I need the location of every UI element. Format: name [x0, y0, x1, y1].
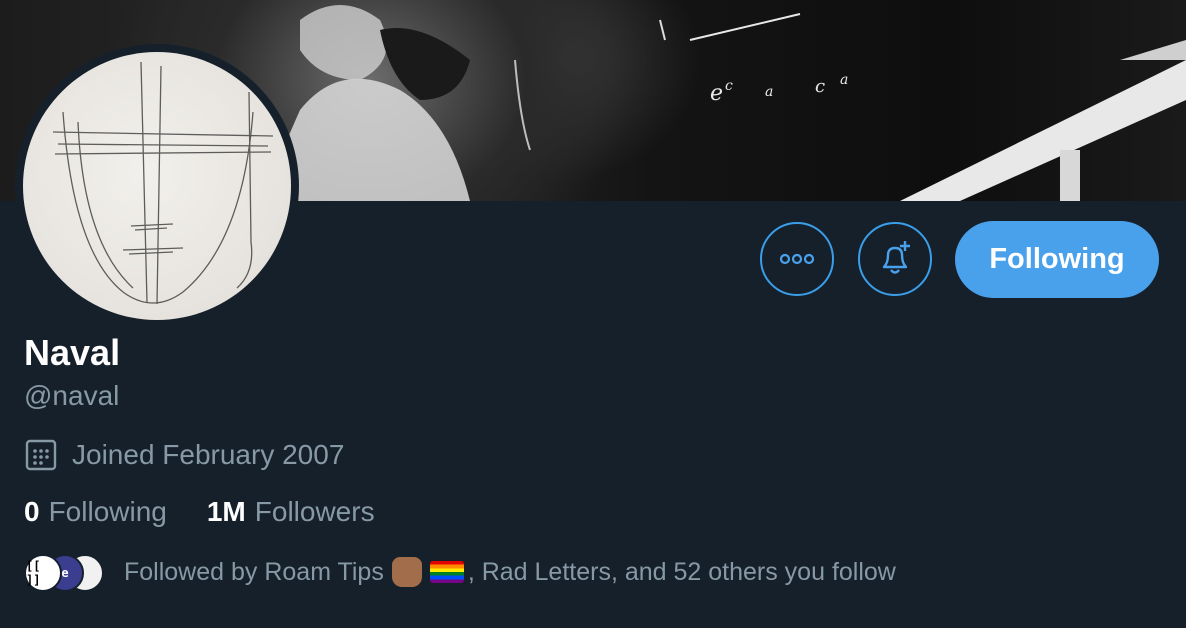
calendar-icon [25, 439, 57, 471]
rainbow-flag-emoji-icon [429, 561, 464, 583]
following-stat-link[interactable]: 0 Following [24, 496, 167, 528]
notifications-button[interactable] [858, 222, 932, 296]
face-sketch [52, 61, 274, 305]
svg-text:a: a [765, 84, 773, 100]
profile-page: e c a c a Following Naval @naval Joined … [0, 0, 1186, 628]
followers-label: Followers [254, 496, 375, 527]
more-options-button[interactable] [760, 222, 834, 296]
following-label: Following [48, 496, 167, 527]
svg-text:a: a [840, 72, 848, 88]
profile-stats: 0 Following 1M Followers [24, 496, 375, 528]
more-horizontal-icon [779, 253, 815, 265]
display-name: Naval [24, 332, 121, 373]
followers-stat-link[interactable]: 1M Followers [207, 496, 375, 528]
followed-by-text: Followed by Roam Tips , Rad Letters, and… [124, 557, 896, 587]
mutual-avatar: [[ ]] [24, 554, 62, 592]
followed-by-suffix: , Rad Letters, and 52 others you follow [467, 557, 896, 586]
followed-by-link[interactable]: [[ ]] e Followed by Roam Tips , Rad Lett… [24, 552, 896, 592]
profile-handle: @naval [24, 380, 120, 411]
bell-plus-icon [882, 241, 910, 274]
followed-by-prefix: Followed by Roam Tips [124, 557, 384, 586]
svg-text:c: c [815, 76, 825, 97]
joined-date: Joined February 2007 [24, 438, 344, 472]
avatar-image [23, 52, 291, 320]
mutual-followers-avatars: [[ ]] e [24, 552, 104, 592]
followers-count: 1M [206, 496, 246, 527]
raised-fist-emoji-icon [391, 557, 422, 587]
svg-text:c: c [725, 78, 733, 94]
svg-text:e: e [710, 81, 723, 106]
profile-avatar[interactable] [15, 44, 299, 328]
following-button[interactable]: Following [955, 221, 1159, 298]
following-count: 0 [24, 496, 40, 527]
joined-text: Joined February 2007 [72, 439, 345, 470]
